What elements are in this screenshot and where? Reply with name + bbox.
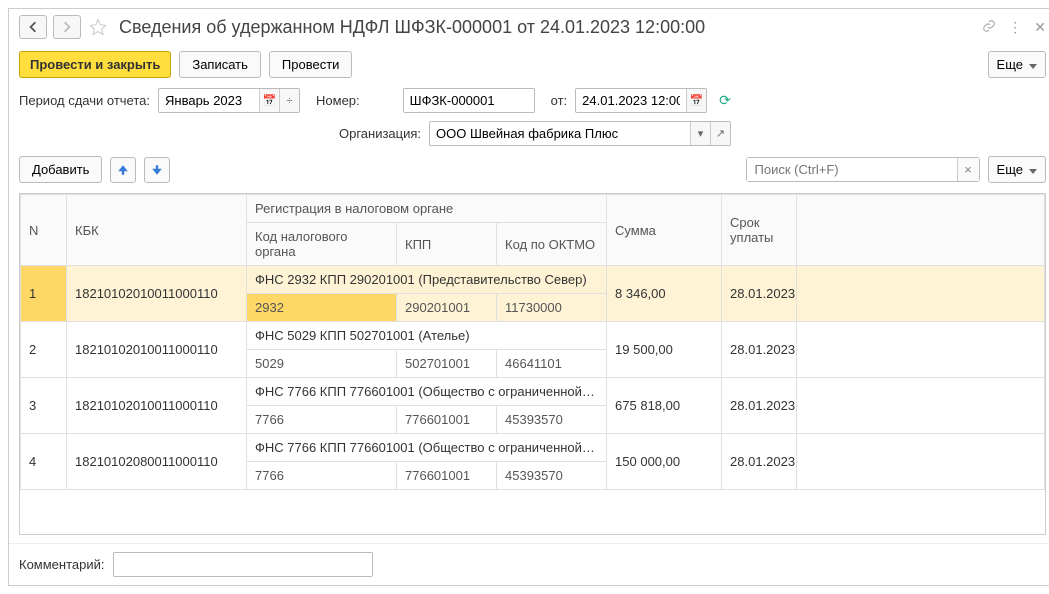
cell-sum: 8 346,00 [607,266,722,322]
post-button[interactable]: Провести [269,51,353,78]
cell-blank [797,322,1045,378]
post-and-close-button[interactable]: Провести и закрыть [19,51,171,78]
window-title: Сведения об удержанном НДФЛ ШФЗК-000001 … [119,17,976,38]
date-label: от: [551,93,568,108]
number-label: Номер: [316,93,360,108]
col-n[interactable]: N [21,195,67,266]
cell-reg-full: ФНС 2932 КПП 290201001 (Представительств… [247,266,607,294]
col-due[interactable]: Срок уплаты [722,195,797,266]
table-more-button[interactable]: Еще [988,156,1046,183]
refresh-icon[interactable]: ⟳ [719,92,731,109]
chevron-down-icon [1027,162,1037,177]
cell-due: 28.01.2023 [722,378,797,434]
data-grid[interactable]: N КБК Регистрация в налоговом органе Сум… [19,193,1046,535]
cell-reg-full: ФНС 7766 КПП 776601001 (Общество с огран… [247,378,607,406]
table-row[interactable]: 118210102010011000110ФНС 2932 КПП 290201… [21,266,1045,294]
cell-reg-code: 7766 [247,462,397,490]
cell-kbk: 18210102080011000110 [67,434,247,490]
number-field[interactable] [404,89,534,112]
org-label: Организация: [339,126,421,141]
add-button[interactable]: Добавить [19,156,102,183]
write-button[interactable]: Записать [179,51,261,78]
col-kpp[interactable]: КПП [397,223,497,266]
cell-reg-code: 7766 [247,406,397,434]
col-blank [797,195,1045,266]
table-row[interactable]: 418210102080011000110ФНС 7766 КПП 776601… [21,434,1045,462]
cell-blank [797,266,1045,322]
cell-n: 4 [21,434,67,490]
cell-kbk: 18210102010011000110 [67,378,247,434]
cell-sum: 675 818,00 [607,378,722,434]
comment-label: Комментарий: [19,557,105,572]
cell-oktmo: 45393570 [497,406,607,434]
table-row[interactable]: 318210102010011000110ФНС 7766 КПП 776601… [21,378,1045,406]
org-field[interactable] [430,122,690,145]
col-reg[interactable]: Регистрация в налоговом органе [247,195,607,223]
cell-kbk: 18210102010011000110 [67,266,247,322]
cell-oktmo: 46641101 [497,350,607,378]
open-icon[interactable]: ↗ [710,122,730,145]
search-input[interactable] [747,158,957,181]
cell-n: 2 [21,322,67,378]
cell-blank [797,434,1045,490]
comment-field[interactable] [113,552,373,577]
cell-kpp: 776601001 [397,406,497,434]
link-icon[interactable] [982,19,996,36]
cell-reg-code: 5029 [247,350,397,378]
cell-n: 1 [21,266,67,322]
cell-reg-full: ФНС 5029 КПП 502701001 (Ателье) [247,322,607,350]
cell-blank [797,378,1045,434]
cell-due: 28.01.2023 [722,266,797,322]
table-row[interactable]: 218210102010011000110ФНС 5029 КПП 502701… [21,322,1045,350]
favorite-icon[interactable] [87,16,109,38]
cell-kbk: 18210102010011000110 [67,322,247,378]
move-up-button[interactable] [110,157,136,183]
col-kbk[interactable]: КБК [67,195,247,266]
calendar-icon[interactable]: 📅 [686,89,706,112]
kebab-icon[interactable]: ⋮ [1008,19,1022,36]
period-label: Период сдачи отчета: [19,93,150,108]
chevron-down-icon [1027,57,1037,72]
more-button[interactable]: Еще [988,51,1046,78]
date-field[interactable] [576,89,686,112]
close-icon[interactable]: ✕ [1034,19,1046,36]
cell-kpp: 502701001 [397,350,497,378]
cell-oktmo: 45393570 [497,462,607,490]
cell-oktmo: 11730000 [497,294,607,322]
stepper-icon[interactable]: ÷ [279,89,299,112]
col-reg-code[interactable]: Код налогового органа [247,223,397,266]
col-oktmo[interactable]: Код по ОКТМО [497,223,607,266]
cell-kpp: 290201001 [397,294,497,322]
move-down-button[interactable] [144,157,170,183]
cell-sum: 19 500,00 [607,322,722,378]
col-sum[interactable]: Сумма [607,195,722,266]
cell-n: 3 [21,378,67,434]
calendar-icon[interactable]: 📅 [259,89,279,112]
cell-reg-full: ФНС 7766 КПП 776601001 (Общество с огран… [247,434,607,462]
back-button[interactable] [19,15,47,39]
cell-due: 28.01.2023 [722,434,797,490]
period-field[interactable] [159,89,259,112]
cell-reg-code: 2932 [247,294,397,322]
clear-search-button[interactable]: × [957,158,979,181]
cell-kpp: 776601001 [397,462,497,490]
cell-sum: 150 000,00 [607,434,722,490]
forward-button[interactable] [53,15,81,39]
dropdown-icon[interactable]: ▾ [690,122,710,145]
cell-due: 28.01.2023 [722,322,797,378]
